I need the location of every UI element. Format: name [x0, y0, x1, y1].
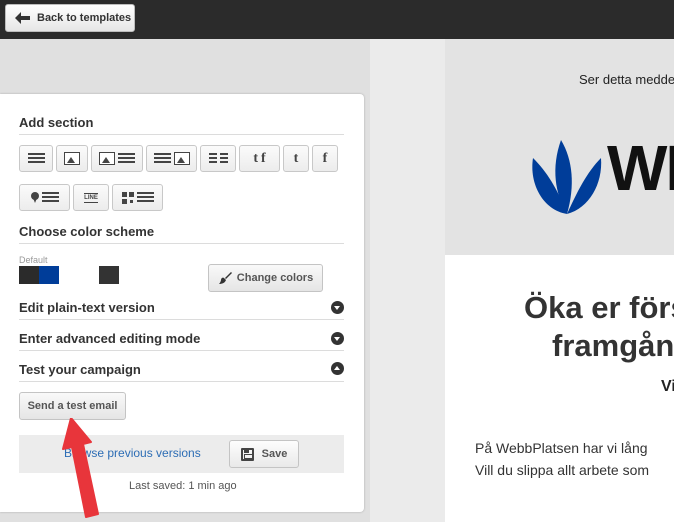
divider — [19, 243, 344, 244]
logo-wordmark: WEBB — [607, 132, 674, 204]
arrow-left-icon — [15, 12, 30, 24]
add-twitter-block-button[interactable]: t — [283, 145, 309, 172]
add-two-column-text-button[interactable] — [200, 145, 236, 172]
text-lines-icon — [118, 152, 135, 165]
color-scheme-default[interactable] — [19, 266, 59, 284]
advanced-editing-toggle[interactable]: Enter advanced editing mode — [19, 331, 200, 346]
email-subheading: Vi — [661, 378, 674, 395]
body-line-1: På WebbPlatsen har vi lång — [475, 440, 648, 456]
floppy-disk-icon — [240, 447, 254, 461]
facebook-icon: f — [322, 150, 328, 166]
default-scheme-label: Default — [19, 255, 48, 265]
send-test-email-label: Send a test email — [27, 400, 118, 412]
add-image-text-block-button[interactable] — [91, 145, 143, 172]
image-icon — [99, 152, 115, 165]
text-column-icon — [219, 152, 228, 165]
divider — [19, 381, 344, 382]
edit-plain-text-toggle[interactable]: Edit plain-text version — [19, 300, 155, 315]
chevron-up-icon[interactable] — [331, 362, 344, 375]
line-divider-icon: LINE — [84, 192, 98, 203]
text-lines-icon — [153, 152, 171, 165]
add-twitter-facebook-block-button[interactable]: t f — [239, 145, 280, 172]
paintbrush-icon — [218, 272, 232, 284]
image-icon — [64, 152, 80, 165]
divider — [19, 350, 344, 351]
change-colors-button[interactable]: Change colors — [208, 264, 323, 292]
twitter-icon: t — [253, 150, 258, 166]
add-qr-text-block-button[interactable] — [112, 184, 163, 211]
swatch-dark — [19, 266, 39, 284]
chevron-down-icon[interactable] — [331, 332, 344, 345]
color-scheme-dark[interactable] — [99, 266, 119, 284]
text-lines-icon — [27, 152, 45, 165]
qr-code-icon — [121, 191, 134, 204]
add-facebook-block-button[interactable]: f — [312, 145, 338, 172]
twitter-icon: t — [293, 150, 299, 166]
back-to-templates-button[interactable]: Back to templates — [5, 4, 135, 32]
add-map-text-block-button[interactable] — [19, 184, 70, 211]
email-preview: Ser detta meddelande WEBB Öka er förs fr… — [445, 39, 674, 522]
save-label: Save — [261, 448, 288, 460]
save-button[interactable]: Save — [229, 440, 299, 468]
last-saved-status: Last saved: 1 min ago — [129, 480, 237, 492]
change-colors-label: Change colors — [236, 272, 314, 284]
text-lines-icon — [41, 191, 59, 204]
text-lines-icon — [136, 191, 154, 204]
add-section-title: Add section — [19, 115, 94, 130]
top-bar: Back to templates — [0, 0, 674, 39]
back-to-templates-label: Back to templates — [37, 12, 132, 24]
email-body-text: På WebbPlatsen har vi lång Vill du slipp… — [475, 437, 649, 481]
headline-line-2: framgån — [552, 328, 674, 363]
annotation-arrow-icon — [62, 418, 99, 518]
swatch-blue — [39, 266, 59, 284]
test-campaign-toggle[interactable]: Test your campaign — [19, 362, 141, 377]
divider — [19, 134, 344, 135]
chevron-down-icon[interactable] — [331, 301, 344, 314]
view-in-browser-text: Ser detta meddelande — [579, 72, 674, 87]
choose-color-scheme-title: Choose color scheme — [19, 224, 155, 239]
body-line-2: Vill du slippa allt arbete som — [475, 462, 650, 478]
text-column-icon — [208, 152, 217, 165]
add-line-divider-button[interactable]: LINE — [73, 184, 109, 211]
headline-line-1: Öka er förs — [524, 290, 674, 325]
map-pin-icon — [30, 192, 39, 203]
facebook-icon: f — [261, 150, 266, 166]
image-icon — [173, 152, 190, 165]
add-text-image-block-button[interactable] — [146, 145, 197, 172]
send-test-email-button[interactable]: Send a test email — [19, 392, 126, 420]
divider — [19, 319, 344, 320]
add-image-block-button[interactable] — [56, 145, 88, 172]
add-text-block-button[interactable] — [19, 145, 53, 172]
